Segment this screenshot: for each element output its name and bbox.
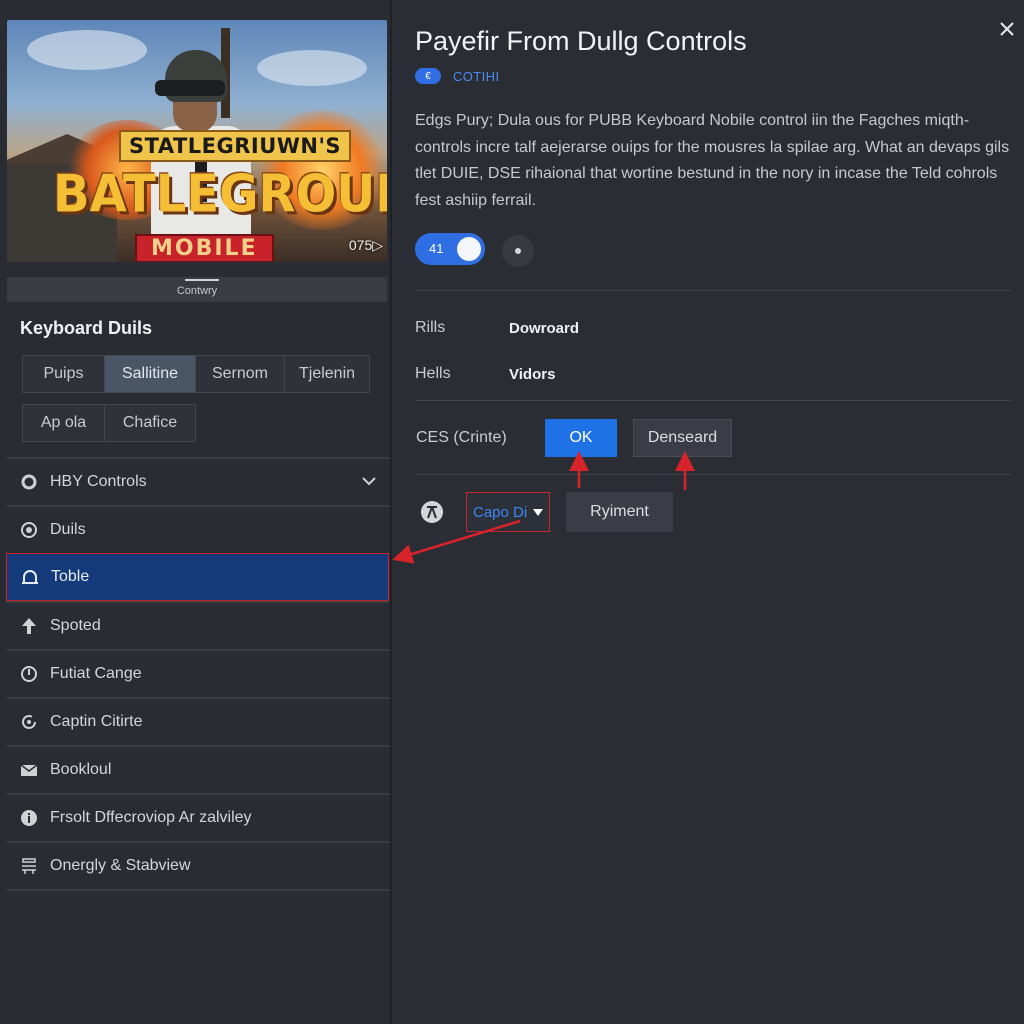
divider [415,400,1011,401]
menu-item-label: Duils [50,521,86,538]
row-label-rills: Rills [415,319,446,336]
image-caption-bar[interactable]: Contwry [7,277,387,302]
filter-chip[interactable]: Puips [22,355,105,393]
close-icon[interactable] [998,20,1016,38]
menu-item-captin-citirte[interactable]: Captin Citirte [6,697,389,745]
dropdown-select[interactable]: Capo Di [466,492,550,532]
cloud-shape [27,30,147,70]
row-label-hells: Hells [415,365,451,382]
game-logo-title: BATLEGROUNDS [53,163,387,225]
toggle-knob [457,237,481,261]
filter-chip[interactable]: Sernom [195,355,285,393]
menu-item-toble[interactable]: Toble [6,553,389,601]
menu-item-label: Toble [51,568,90,585]
riment-button[interactable]: Ryiment [566,492,673,532]
ces-label: CES (Crinte) [416,429,507,446]
game-logo-top: STATLEGRIUWN'S [119,130,352,162]
edit-dot-button[interactable] [502,235,534,267]
menu-item-spoted[interactable]: Spoted [6,601,389,649]
filter-chip[interactable]: Chafice [104,404,196,442]
menu-item-label: Bookloul [50,761,112,778]
menu-item-onergly[interactable]: Onergly & Stabview [6,841,389,889]
clock-icon [20,665,38,683]
dot-icon [513,246,523,256]
menu-item-duils[interactable]: Duils [6,505,389,553]
menu-item-label: Spoted [50,617,101,634]
menu-divider [6,889,389,891]
menu-item-bookloul[interactable]: Bookloul [6,745,389,793]
target-icon [20,521,38,539]
menu-item-futiat-cange[interactable]: Futiat Cange [6,649,389,697]
menu-item-label: Futiat Cange [50,665,142,682]
menu-item-hby-controls[interactable]: HBY Controls [6,457,389,505]
circle-icon [20,473,38,491]
arch-icon [21,568,39,586]
menu-item-label: HBY Controls [50,473,147,490]
filter-chip[interactable]: Tjelenin [284,355,370,393]
dropdown-value: Capo Di [473,503,528,521]
denseard-button[interactable]: Denseard [633,419,732,457]
filter-chip-active[interactable]: Sallitine [104,355,196,393]
caption-handle [185,279,219,281]
menu-item-frsolt[interactable]: Frsolt Dffecroviop Ar zalviley [6,793,389,841]
tag-badge: € [415,68,441,84]
envelope-icon [20,761,38,779]
row-value-dowroard: Dowroard [509,320,580,337]
page-title: Payefir From Dullg Controls [415,26,747,56]
filter-chip[interactable]: Ap ola [22,404,105,442]
divider [415,290,1011,291]
toggle-value: 41 [429,241,444,256]
chevron-down-icon[interactable] [361,473,377,494]
sidebar-menu: HBY Controls Duils Toble Spoted Futiat C… [6,457,389,891]
toggle-switch[interactable]: 41 [415,233,485,265]
row-value-vidors: Vidors [509,366,556,383]
settings-list-icon [20,857,38,875]
image-caption: Contwry [176,285,218,297]
divider [415,474,1011,475]
menu-item-label: Onergly & Stabview [50,857,191,874]
left-panel: STATLEGRIUWN'S BATLEGROUNDS MOBILE 075▷ … [0,0,392,1024]
tag-label: COTIHI [453,68,500,84]
info-icon [20,809,38,827]
game-logo-subtitle: MOBILE [135,234,274,262]
video-time-badge: 075▷ [348,237,383,253]
arrow-up-icon [20,617,38,635]
game-banner-image[interactable]: STATLEGRIUWN'S BATLEGROUNDS MOBILE 075▷ [7,20,387,262]
cloud-shape [257,50,367,86]
category-tag[interactable]: € COTIHI [415,68,499,84]
description-text: Edgs Pury; Dula ous for PUBB Keyboard No… [415,112,1010,209]
section-title: Keyboard Duils [20,318,153,338]
tool-icon[interactable] [421,501,443,523]
app-window: STATLEGRIUWN'S BATLEGROUNDS MOBILE 075▷ … [0,0,1024,1024]
refresh-icon [20,713,38,731]
caret-down-icon [533,508,544,516]
ok-button[interactable]: OK [545,419,617,457]
menu-item-label: Captin Citirte [50,713,143,730]
menu-item-label: Frsolt Dffecroviop Ar zalviley [50,809,252,826]
